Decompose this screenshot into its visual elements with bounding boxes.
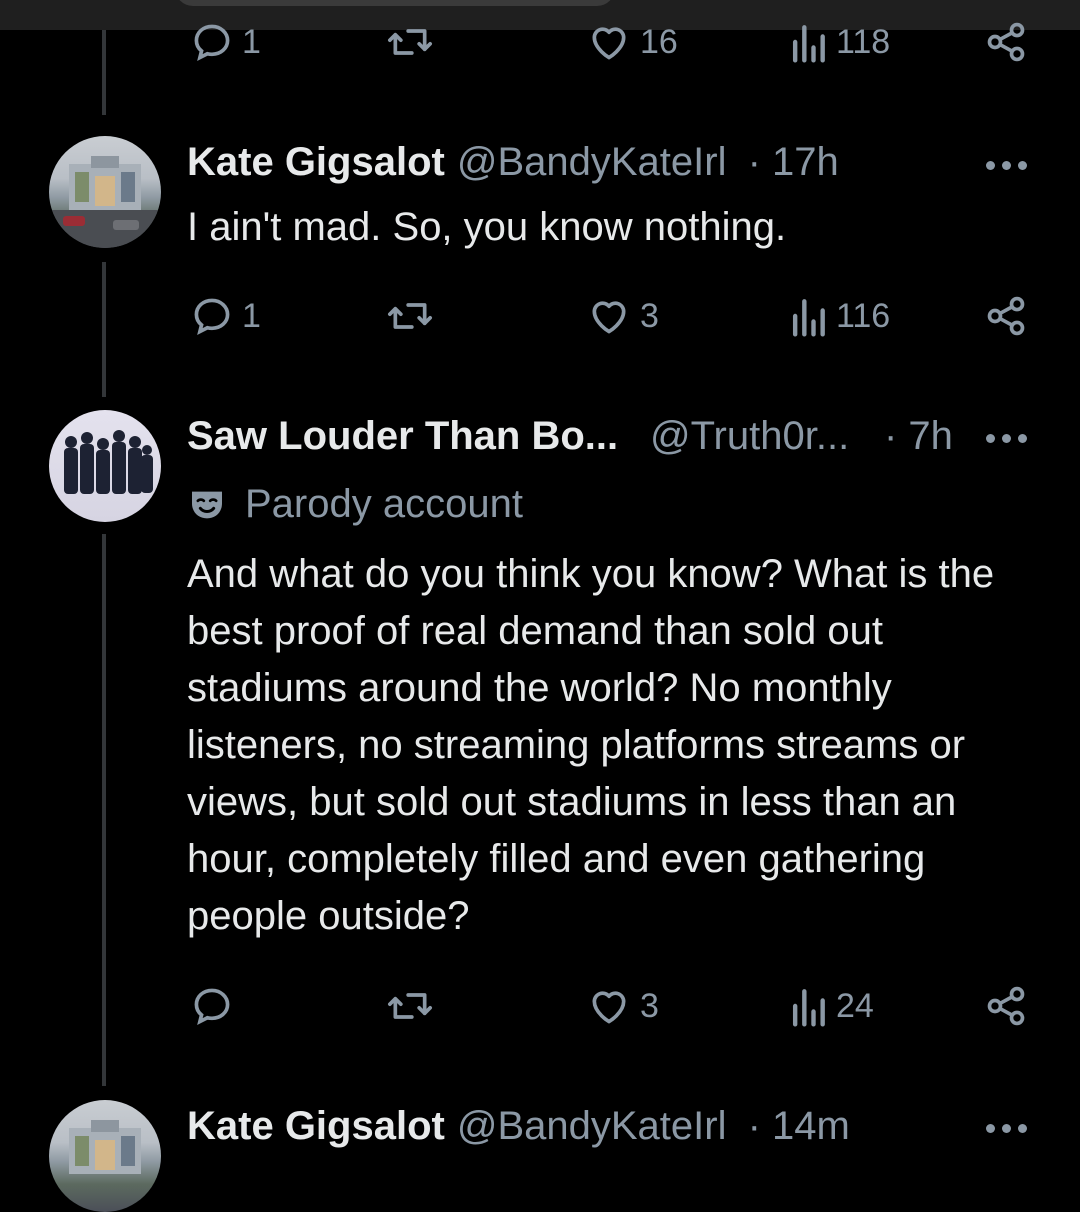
- like-count: 3: [640, 986, 659, 1025]
- share-button[interactable]: [984, 20, 1028, 64]
- author-name-text: Kate Gigsalot: [187, 1104, 445, 1148]
- like-button[interactable]: 3: [586, 984, 659, 1028]
- like-count: 16: [640, 22, 678, 61]
- heart-icon: [592, 991, 626, 1024]
- avatar-image: [64, 430, 153, 494]
- author-handle[interactable]: @BandyKateIrl: [457, 140, 727, 184]
- author-name-text: Saw Louder Than Bo...: [187, 414, 619, 458]
- more-button[interactable]: [984, 157, 1030, 173]
- reply-icon: [194, 24, 230, 62]
- share-icon: [987, 22, 1025, 62]
- views-count: 118: [836, 22, 891, 61]
- tweet-actions: 1 3 116: [0, 294, 1080, 344]
- like-count: 3: [640, 296, 659, 335]
- reply-icon: [194, 298, 230, 336]
- tweet-time[interactable]: · 14m: [748, 1104, 850, 1148]
- like-button[interactable]: 3: [586, 294, 659, 338]
- avatar-image: [69, 1120, 141, 1174]
- author-name-text: Kate Gigsalot: [187, 140, 445, 184]
- views-count: 116: [836, 296, 891, 335]
- author-name[interactable]: Kate Gigsalot @BandyKateIrl · 14m: [187, 1104, 850, 1149]
- views-button[interactable]: 116: [788, 294, 890, 338]
- views-button[interactable]: 24: [788, 984, 874, 1028]
- avatar[interactable]: [49, 410, 161, 522]
- author-name[interactable]: Kate Gigsalot @BandyKateIrl · 17h: [187, 140, 839, 185]
- share-icon: [987, 296, 1025, 336]
- tweet-time[interactable]: · 7h: [884, 414, 953, 459]
- views-icon: [792, 25, 825, 63]
- parody-label: Parody account: [187, 482, 523, 527]
- retweet-button[interactable]: [386, 20, 442, 64]
- retweet-button[interactable]: [386, 984, 442, 1028]
- reply-button[interactable]: 1: [190, 294, 261, 338]
- reply-icon: [194, 988, 230, 1026]
- share-icon: [987, 986, 1025, 1026]
- author-name[interactable]: Saw Louder Than Bo...: [187, 414, 618, 459]
- share-button[interactable]: [984, 294, 1028, 338]
- avatar[interactable]: [49, 136, 161, 248]
- reply-button[interactable]: [190, 984, 242, 1028]
- heart-icon: [592, 27, 626, 60]
- tweet-actions: 3 24: [0, 984, 1080, 1034]
- retweet-icon: [388, 993, 432, 1019]
- share-button[interactable]: [984, 984, 1028, 1028]
- tweet-text: And what do you think you know? What is …: [187, 552, 995, 938]
- more-button[interactable]: [984, 1120, 1030, 1136]
- author-handle[interactable]: @BandyKateIrl: [457, 1104, 727, 1148]
- parody-mask-icon: [192, 491, 222, 518]
- tweet-time[interactable]: · 17h: [748, 140, 839, 184]
- retweet-button[interactable]: [386, 294, 442, 338]
- retweet-icon: [388, 303, 432, 329]
- heart-icon: [592, 301, 626, 334]
- views-icon: [792, 989, 825, 1027]
- reply-count: 1: [242, 296, 261, 335]
- avatar[interactable]: [49, 1100, 161, 1212]
- parody-label-text: Parody account: [245, 482, 523, 526]
- more-button[interactable]: [984, 430, 1030, 446]
- reply-button[interactable]: 1: [190, 20, 261, 64]
- tweet-actions: 1 16 118: [0, 20, 1080, 70]
- retweet-icon: [388, 29, 432, 55]
- tweet-text: I ain't mad. So, you know nothing.: [187, 205, 787, 249]
- author-handle[interactable]: @Truth0r...: [650, 414, 849, 459]
- views-button[interactable]: 118: [788, 20, 890, 64]
- avatar-image: [49, 156, 161, 248]
- views-icon: [792, 299, 825, 337]
- reply-count: 1: [242, 22, 261, 61]
- views-count: 24: [836, 986, 874, 1025]
- top-pill: [175, 0, 615, 6]
- like-button[interactable]: 16: [586, 20, 678, 64]
